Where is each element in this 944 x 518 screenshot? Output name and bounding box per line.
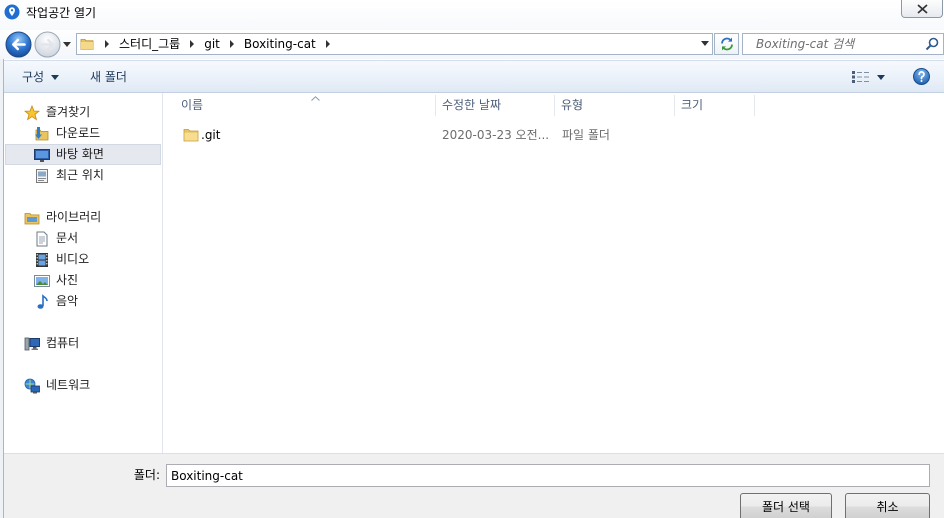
location-pin-icon bbox=[4, 4, 20, 20]
title-bar: 작업공간 열기 bbox=[0, 0, 944, 30]
nav-libraries-label: 라이브러리 bbox=[46, 210, 102, 224]
new-folder-button[interactable]: 새 폴더 bbox=[84, 66, 133, 88]
column-header-label: 이름 bbox=[181, 98, 204, 112]
back-button[interactable] bbox=[5, 31, 32, 58]
nav-item-label: 사진 bbox=[56, 273, 79, 287]
breadcrumb-item[interactable]: 스터디_그룹 bbox=[116, 34, 183, 54]
column-header-type[interactable]: 유형 bbox=[555, 95, 675, 116]
nav-item-documents[interactable]: 문서 bbox=[5, 228, 161, 249]
chevron-down-icon bbox=[51, 74, 60, 80]
breadcrumb-item[interactable]: Boxiting-cat bbox=[241, 34, 319, 54]
music-icon bbox=[34, 294, 50, 310]
organize-button[interactable]: 구성 bbox=[16, 66, 65, 88]
nav-favorites-label: 즐겨찾기 bbox=[46, 105, 91, 119]
cancel-button[interactable]: 취소 bbox=[845, 493, 930, 518]
network-icon bbox=[24, 378, 40, 394]
breadcrumb-item[interactable]: git bbox=[201, 34, 223, 54]
nav-item-label: 최근 위치 bbox=[56, 168, 104, 182]
file-list: 이름 수정한 날짜 유형 크기 .git 2020-03-23 오전... 파일… bbox=[163, 93, 944, 453]
documents-icon bbox=[34, 231, 50, 247]
pictures-icon bbox=[34, 273, 50, 289]
nav-item-label: 바탕 화면 bbox=[56, 147, 104, 161]
nav-network-label: 네트워크 bbox=[46, 378, 91, 392]
videos-icon bbox=[34, 252, 50, 268]
select-folder-button[interactable]: 폴더 선택 bbox=[740, 493, 832, 518]
nav-item-label: 음악 bbox=[56, 294, 79, 308]
column-header-label: 유형 bbox=[561, 98, 584, 112]
nav-item-label: 다운로드 bbox=[56, 126, 101, 140]
nav-item-music[interactable]: 음악 bbox=[5, 291, 161, 312]
navigation-pane: 즐겨찾기 다운로드 바탕 화면 최근 위치 라이브러리 문서 비디오 사진 음악… bbox=[4, 93, 163, 453]
folder-field-label: 폴더: bbox=[133, 468, 160, 482]
file-type: 파일 폴더 bbox=[562, 128, 610, 142]
search-box[interactable] bbox=[742, 33, 944, 55]
chevron-right-icon[interactable] bbox=[98, 34, 116, 54]
folder-name-field[interactable] bbox=[166, 464, 930, 487]
nav-item-videos[interactable]: 비디오 bbox=[5, 249, 161, 270]
forward-arrow-icon bbox=[34, 31, 61, 58]
nav-computer-label: 컴퓨터 bbox=[46, 336, 80, 350]
star-icon bbox=[23, 104, 41, 121]
nav-item-downloads[interactable]: 다운로드 bbox=[5, 123, 161, 144]
nav-item-desktop[interactable]: 바탕 화면 bbox=[5, 144, 161, 165]
nav-computer[interactable]: 컴퓨터 bbox=[5, 333, 161, 354]
file-name: .git bbox=[201, 128, 221, 142]
nav-network[interactable]: 네트워크 bbox=[5, 375, 161, 396]
column-header-name[interactable]: 이름 bbox=[175, 95, 436, 116]
column-header-size[interactable]: 크기 bbox=[675, 95, 755, 116]
command-bar: 구성 새 폴더 bbox=[4, 60, 944, 93]
new-folder-label: 새 폴더 bbox=[90, 70, 127, 84]
chevron-right-icon[interactable] bbox=[223, 34, 241, 54]
nav-item-pictures[interactable]: 사진 bbox=[5, 270, 161, 291]
window-title: 작업공간 열기 bbox=[26, 6, 97, 20]
computer-icon bbox=[24, 336, 40, 352]
desktop-icon bbox=[34, 147, 50, 163]
chevron-right-icon[interactable] bbox=[319, 34, 337, 54]
sort-ascending-icon bbox=[311, 96, 320, 101]
folder-icon bbox=[80, 37, 94, 51]
folder-icon bbox=[183, 128, 199, 142]
nav-item-label: 비디오 bbox=[56, 252, 90, 266]
downloads-folder-icon bbox=[34, 126, 50, 142]
refresh-icon bbox=[720, 37, 733, 51]
recent-pages-dropdown-icon[interactable] bbox=[63, 42, 71, 47]
recent-places-icon bbox=[34, 168, 50, 184]
details-view-icon bbox=[852, 71, 870, 83]
forward-button[interactable] bbox=[34, 31, 61, 58]
column-header-date-modified[interactable]: 수정한 날짜 bbox=[436, 95, 555, 116]
column-header-label: 수정한 날짜 bbox=[442, 98, 502, 112]
nav-libraries[interactable]: 라이브러리 bbox=[5, 207, 161, 228]
close-button[interactable] bbox=[901, 0, 943, 18]
table-row[interactable]: .git 2020-03-23 오전... 파일 폴더 bbox=[175, 124, 755, 146]
chevron-right-icon[interactable] bbox=[183, 34, 201, 54]
nav-item-label: 문서 bbox=[56, 231, 79, 245]
organize-label: 구성 bbox=[22, 70, 45, 84]
search-icon[interactable] bbox=[925, 37, 939, 51]
file-date-modified: 2020-03-23 오전... bbox=[442, 128, 550, 142]
open-folder-dialog: 작업공간 열기 스터디_그룹 git Boxiting-cat Boxiting… bbox=[0, 0, 944, 518]
help-icon[interactable] bbox=[913, 68, 930, 85]
address-row: 스터디_그룹 git Boxiting-cat bbox=[0, 30, 944, 59]
address-dropdown-icon[interactable] bbox=[701, 41, 709, 46]
nav-favorites[interactable]: 즐겨찾기 bbox=[5, 102, 161, 123]
library-icon bbox=[24, 210, 40, 226]
back-arrow-icon bbox=[5, 31, 32, 58]
nav-item-recent-places[interactable]: 최근 위치 bbox=[5, 165, 161, 186]
refresh-button[interactable] bbox=[714, 33, 739, 55]
close-icon bbox=[916, 3, 928, 14]
column-header-label: 크기 bbox=[681, 98, 704, 112]
search-input[interactable] bbox=[743, 34, 923, 54]
breadcrumb[interactable]: 스터디_그룹 git Boxiting-cat bbox=[76, 33, 713, 55]
chevron-down-icon bbox=[877, 74, 885, 80]
dialog-footer: 폴더: 폴더 선택 취소 bbox=[4, 453, 944, 518]
change-view-button[interactable] bbox=[846, 66, 891, 88]
